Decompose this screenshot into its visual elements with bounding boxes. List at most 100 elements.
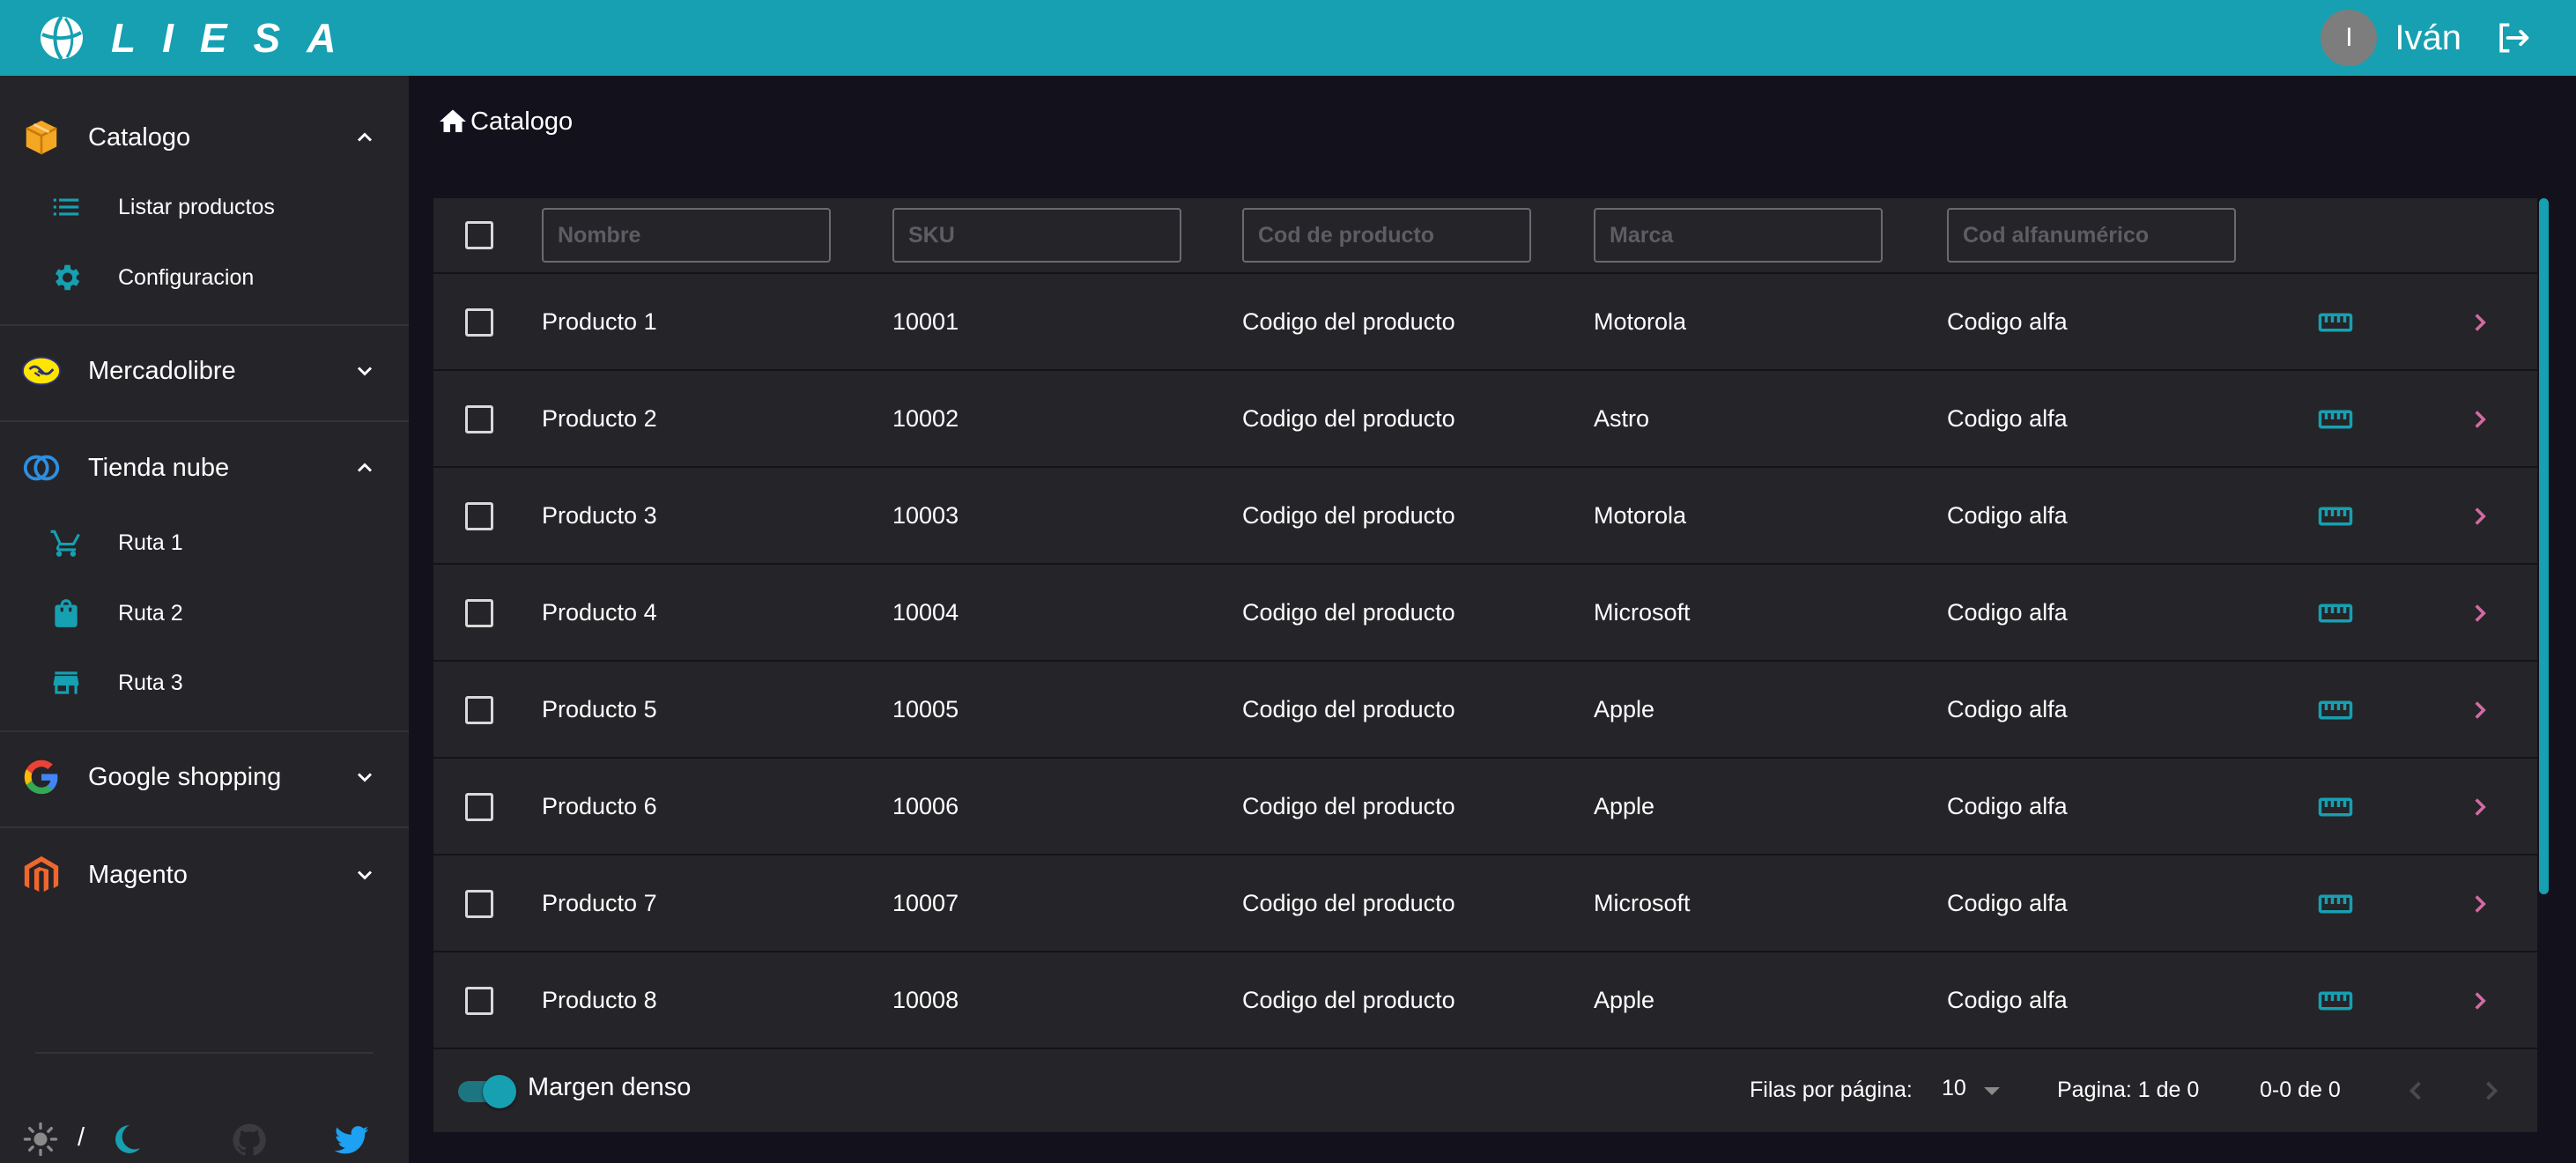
previous-page-icon[interactable] xyxy=(2400,1075,2432,1107)
row-checkbox[interactable] xyxy=(465,793,493,821)
row-checkbox[interactable] xyxy=(465,696,493,724)
table-pagination-bar: Margen denso Filas por página: 10 Pagina… xyxy=(433,1048,2537,1132)
select-all-checkbox[interactable] xyxy=(465,221,493,249)
ruler-icon[interactable] xyxy=(2317,885,2354,922)
sidebar-item-label: Ruta 3 xyxy=(118,670,183,695)
avatar[interactable]: I xyxy=(2321,10,2378,66)
chevron-right-icon[interactable] xyxy=(2465,792,2495,822)
sidebar-group-catalogo[interactable]: Catalogo xyxy=(0,98,409,177)
google-icon xyxy=(24,759,58,795)
sidebar-item-ruta-2[interactable]: Ruta 2 xyxy=(0,579,409,648)
cell-nombre: Producto 1 xyxy=(542,308,657,335)
row-checkbox[interactable] xyxy=(465,502,493,530)
rows-per-page-select[interactable]: 10 xyxy=(1942,1076,1966,1101)
cell-nombre: Producto 5 xyxy=(542,696,657,722)
table-row[interactable]: Producto 3 10003 Codigo del producto Motoro… xyxy=(433,468,2537,565)
dense-toggle[interactable] xyxy=(455,1075,516,1108)
cart-icon xyxy=(50,530,80,557)
table-row[interactable]: Producto 7 10007 Codigo del producto Micros… xyxy=(433,856,2537,952)
gear-icon xyxy=(55,264,80,291)
home-icon[interactable] xyxy=(437,106,469,137)
chevron-right-icon[interactable] xyxy=(2465,307,2495,337)
chevron-down-icon[interactable] xyxy=(352,359,377,383)
cell-nombre: Producto 3 xyxy=(542,502,657,529)
sidebar-divider xyxy=(0,730,409,732)
twitter-icon[interactable] xyxy=(333,1122,370,1159)
moon-icon[interactable] xyxy=(107,1122,143,1157)
chevron-right-icon[interactable] xyxy=(2465,695,2495,725)
rows-per-page-label: Filas por página: xyxy=(1750,1078,1913,1102)
ruler-icon[interactable] xyxy=(2317,692,2354,729)
chevron-down-icon[interactable] xyxy=(352,765,377,789)
cell-cod-alfa: Codigo alfa xyxy=(1947,890,2068,916)
filter-nombre-input[interactable] xyxy=(542,208,831,263)
cell-cod-alfa: Codigo alfa xyxy=(1947,405,2068,432)
logout-icon[interactable] xyxy=(2493,19,2532,57)
sun-icon[interactable] xyxy=(23,1122,58,1157)
user-name[interactable]: Iván xyxy=(2395,19,2461,58)
sidebar-footer: / xyxy=(0,1120,409,1163)
sidebar-group-google-shopping[interactable]: Google shopping xyxy=(0,737,409,817)
chevron-right-icon[interactable] xyxy=(2465,889,2495,919)
caret-down-icon[interactable] xyxy=(1984,1087,2000,1095)
sidebar-group-mercadolibre[interactable]: Mercadolibre xyxy=(0,331,409,411)
next-page-icon[interactable] xyxy=(2476,1075,2507,1107)
row-checkbox[interactable] xyxy=(465,599,493,627)
chevron-down-icon[interactable] xyxy=(352,863,377,887)
breadcrumb-current[interactable]: Catalogo xyxy=(470,107,573,137)
cell-cod-producto: Codigo del producto xyxy=(1242,502,1455,529)
chevron-right-icon[interactable] xyxy=(2465,404,2495,434)
sidebar-item-ruta-1[interactable]: Ruta 1 xyxy=(0,508,409,577)
sidebar-item-listar-productos[interactable]: Listar productos xyxy=(0,173,409,241)
sidebar-group-tienda-nube[interactable]: Tienda nube xyxy=(0,428,409,507)
cell-nombre: Producto 7 xyxy=(542,890,657,916)
row-checkbox[interactable] xyxy=(465,405,493,433)
sidebar-item-configuracion[interactable]: Configuracion xyxy=(0,243,409,312)
sidebar-group-magento[interactable]: Magento xyxy=(0,835,409,915)
filter-marca-input[interactable] xyxy=(1594,208,1883,263)
chevron-right-icon[interactable] xyxy=(2465,986,2495,1016)
brand-wordmark: LIESA xyxy=(111,15,363,61)
sidebar-divider xyxy=(0,420,409,422)
filter-sku-input[interactable] xyxy=(892,208,1181,263)
brand-logo[interactable]: LIESA xyxy=(39,14,362,62)
row-checkbox[interactable] xyxy=(465,987,493,1015)
table-row[interactable]: Producto 5 10005 Codigo del producto Apple C… xyxy=(433,662,2537,759)
table-row[interactable]: Producto 2 10002 Codigo del producto Astro C… xyxy=(433,371,2537,468)
cell-sku: 10004 xyxy=(892,599,959,626)
store-icon xyxy=(53,671,79,694)
sidebar-divider xyxy=(35,1052,374,1054)
sidebar-group-label: Tienda nube xyxy=(88,453,230,482)
ruler-icon[interactable] xyxy=(2317,401,2354,438)
globe-logo-icon xyxy=(41,15,83,61)
row-checkbox[interactable] xyxy=(465,890,493,918)
cell-marca: Microsoft xyxy=(1594,599,1691,626)
table-row[interactable]: Producto 6 10006 Codigo del producto Apple C… xyxy=(433,759,2537,856)
ruler-icon[interactable] xyxy=(2317,789,2354,826)
cell-marca: Apple xyxy=(1594,987,1655,1013)
sidebar-item-ruta-3[interactable]: Ruta 3 xyxy=(0,648,409,717)
row-checkbox[interactable] xyxy=(465,308,493,337)
table-scrollbar-thumb[interactable] xyxy=(2539,198,2549,894)
table-row[interactable]: Producto 8 10008 Codigo del producto Apple C… xyxy=(433,952,2537,1049)
cell-cod-producto: Codigo del producto xyxy=(1242,696,1455,722)
ruler-icon[interactable] xyxy=(2317,498,2354,535)
ruler-icon[interactable] xyxy=(2317,304,2354,341)
ruler-icon[interactable] xyxy=(2317,595,2354,632)
chevron-right-icon[interactable] xyxy=(2465,598,2495,628)
table-row[interactable]: Producto 4 10004 Codigo del producto Micros… xyxy=(433,565,2537,662)
chevron-right-icon[interactable] xyxy=(2465,501,2495,531)
filter-cod-alfa-input[interactable] xyxy=(1947,208,2236,263)
cell-nombre: Producto 4 xyxy=(542,599,657,626)
filter-cod-producto-input[interactable] xyxy=(1242,208,1531,263)
github-icon[interactable] xyxy=(231,1122,268,1159)
cell-marca: Motorola xyxy=(1594,502,1687,529)
theme-separator: / xyxy=(78,1123,85,1152)
chevron-up-icon[interactable] xyxy=(352,456,377,480)
ruler-icon[interactable] xyxy=(2317,982,2354,1019)
table-row[interactable]: Producto 1 10001 Codigo del producto Motoro… xyxy=(433,274,2537,371)
cell-cod-alfa: Codigo alfa xyxy=(1947,308,2068,335)
sidebar-divider xyxy=(0,826,409,828)
chevron-up-icon[interactable] xyxy=(352,125,377,150)
cell-cod-producto: Codigo del producto xyxy=(1242,987,1455,1013)
